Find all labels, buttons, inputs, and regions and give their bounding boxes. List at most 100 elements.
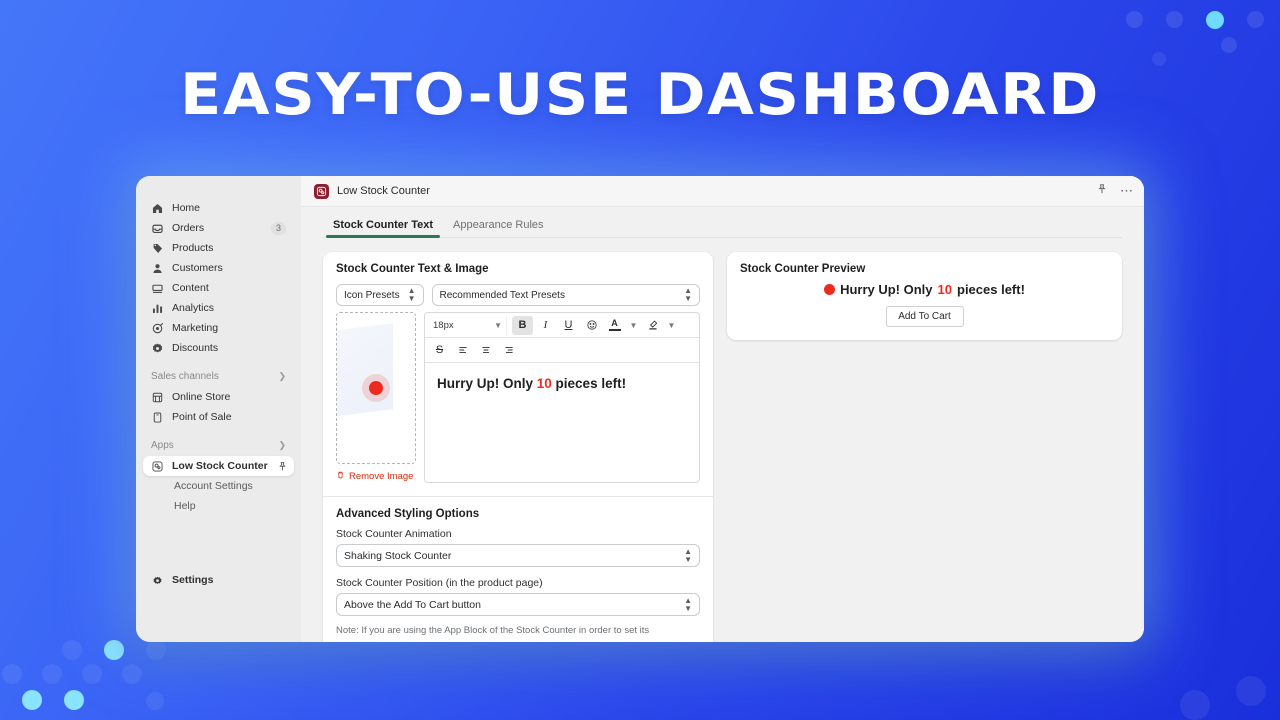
sidebar-item-label: Low Stock Counter <box>172 460 268 472</box>
align-left-icon[interactable] <box>452 341 473 360</box>
sidebar-item-analytics[interactable]: Analytics <box>143 298 294 318</box>
app-icon <box>151 460 164 473</box>
deco-circle <box>122 664 142 684</box>
right-column: Stock Counter Preview Hurry Up! Only 10 … <box>727 252 1122 642</box>
sidebar-item-label: Products <box>172 242 214 254</box>
underline-button[interactable]: U <box>558 316 579 335</box>
topbar-title: Low Stock Counter <box>337 185 430 197</box>
chevron-updown-icon: ▲ ▼ <box>684 546 692 564</box>
align-right-icon[interactable] <box>498 341 519 360</box>
deco-circle <box>146 640 166 660</box>
app-window: Home Orders 3 Products Customers Content… <box>136 176 1144 642</box>
sidebar-item-label: Marketing <box>172 322 219 334</box>
pin-icon[interactable] <box>276 460 289 473</box>
left-column: Stock Counter Text & Image Icon Presets … <box>323 252 713 642</box>
sidebar-item-orders[interactable]: Orders 3 <box>143 218 294 238</box>
sidebar-item-customers[interactable]: Customers <box>143 258 294 278</box>
animation-field: Stock Counter Animation Shaking Stock Co… <box>336 528 700 567</box>
section-label: Sales channels <box>151 371 219 382</box>
deco-circle <box>62 640 82 660</box>
red-dot-image <box>362 374 390 402</box>
orders-icon <box>151 222 164 235</box>
deco-circle-cyan <box>1206 11 1224 29</box>
sidebar-item-label: Discounts <box>172 342 219 354</box>
text-image-section: Stock Counter Text & Image Icon Presets … <box>323 252 713 496</box>
advanced-title: Advanced Styling Options <box>336 508 480 520</box>
image-dropzone[interactable] <box>336 312 416 464</box>
section-label: Apps <box>151 440 174 451</box>
text-color-letter: A <box>611 318 618 328</box>
sidebar-item-marketing[interactable]: Marketing <box>143 318 294 338</box>
preview-title: Stock Counter Preview <box>740 263 866 275</box>
animation-select[interactable]: Shaking Stock Counter ▲ ▼ <box>336 544 700 567</box>
deco-circle <box>1247 11 1264 28</box>
chevron-right-icon: ❯ <box>278 440 286 450</box>
remove-image-button[interactable]: Remove Image <box>336 470 416 483</box>
sidebar-item-point-of-sale[interactable]: Point of Sale <box>143 407 294 427</box>
editor-content[interactable]: Hurry Up! Only 10 pieces left! <box>425 363 699 439</box>
bold-button[interactable]: B <box>512 315 533 335</box>
deco-circle-cyan <box>64 690 84 710</box>
animation-label: Stock Counter Animation <box>336 528 452 540</box>
chevron-down-icon[interactable]: ▼ <box>627 316 640 335</box>
text-color-swatch <box>608 329 621 331</box>
sidebar-item-online-store[interactable]: Online Store <box>143 387 294 407</box>
sidebar-item-settings[interactable]: Settings <box>143 570 294 590</box>
deco-circle-cyan <box>22 690 42 710</box>
marketing-icon <box>151 322 164 335</box>
highlight-pen-icon[interactable] <box>642 316 663 335</box>
sidebar-item-home[interactable]: Home <box>143 198 294 218</box>
more-options-icon[interactable]: ⋯ <box>1120 184 1134 197</box>
products-icon <box>151 242 164 255</box>
sidebar-item-low-stock-counter[interactable]: Low Stock Counter <box>143 456 294 476</box>
sidebar-item-products[interactable]: Products <box>143 238 294 258</box>
preset-row: Icon Presets ▲ ▼ Recommended Text Presets… <box>336 284 700 306</box>
main-area: Low Stock Counter ⋯ Stock Counter Text A… <box>301 176 1144 642</box>
sidebar-item-label: Home <box>172 202 201 214</box>
editor-toolbar-row-1: 18px ▼ B I U A ▼ ▼ <box>425 313 699 338</box>
add-to-cart-button[interactable]: Add To Cart <box>885 306 964 327</box>
sidebar-item-account-settings[interactable]: Account Settings <box>143 476 294 496</box>
font-size-select[interactable]: 18px ▼ <box>429 315 507 335</box>
page-headline: EASY-TO-USE DASHBOARD <box>180 62 1100 128</box>
chevron-down-icon[interactable]: ▼ <box>665 316 678 335</box>
deco-circle <box>42 664 62 684</box>
content-icon <box>151 282 164 295</box>
sidebar-item-discounts[interactable]: Discounts <box>143 338 294 358</box>
position-value: Above the Add To Cart button <box>344 598 481 611</box>
deco-circle-cyan <box>104 640 124 660</box>
sidebar-item-content[interactable]: Content <box>143 278 294 298</box>
tab-stock-counter-text[interactable]: Stock Counter Text <box>323 219 443 238</box>
gear-icon <box>151 574 164 587</box>
discounts-icon <box>151 342 164 355</box>
text-presets-value: Recommended Text Presets <box>439 289 565 301</box>
position-select[interactable]: Above the Add To Cart button ▲ ▼ <box>336 593 700 616</box>
content-area: Stock Counter Text & Image Icon Presets … <box>301 238 1144 642</box>
sidebar-item-help[interactable]: Help <box>143 496 294 516</box>
sidebar-section-apps[interactable]: Apps ❯ <box>151 440 286 451</box>
tab-appearance-rules[interactable]: Appearance Rules <box>443 219 554 238</box>
online-store-icon <box>151 391 164 404</box>
deco-circle <box>1221 37 1237 53</box>
home-icon <box>151 202 164 215</box>
trash-icon <box>336 470 345 483</box>
sidebar-item-label: Settings <box>172 574 214 586</box>
text-presets-select[interactable]: Recommended Text Presets ▲ ▼ <box>431 284 700 306</box>
low-stock-counter-app-icon <box>314 183 329 199</box>
align-center-icon[interactable] <box>475 341 496 360</box>
font-size-value: 18px <box>433 319 454 331</box>
italic-button[interactable]: I <box>535 316 556 335</box>
sidebar-item-label: Analytics <box>172 302 215 314</box>
strikethrough-button[interactable]: S <box>429 341 450 360</box>
preview-text: Hurry Up! Only 10 pieces left! <box>740 282 1109 297</box>
pin-icon[interactable] <box>1096 182 1108 200</box>
emoji-icon[interactable] <box>581 316 602 335</box>
icon-presets-select[interactable]: Icon Presets ▲ ▼ <box>336 284 424 306</box>
text-color-button[interactable]: A <box>604 316 625 335</box>
sidebar-section-sales-channels[interactable]: Sales channels ❯ <box>151 371 286 382</box>
deco-circle <box>2 664 22 684</box>
remove-image-label: Remove Image <box>349 471 414 482</box>
settings-card: Stock Counter Text & Image Icon Presets … <box>323 252 713 642</box>
preview-text-number: 10 <box>937 282 952 297</box>
image-placeholder-shape <box>337 323 393 417</box>
